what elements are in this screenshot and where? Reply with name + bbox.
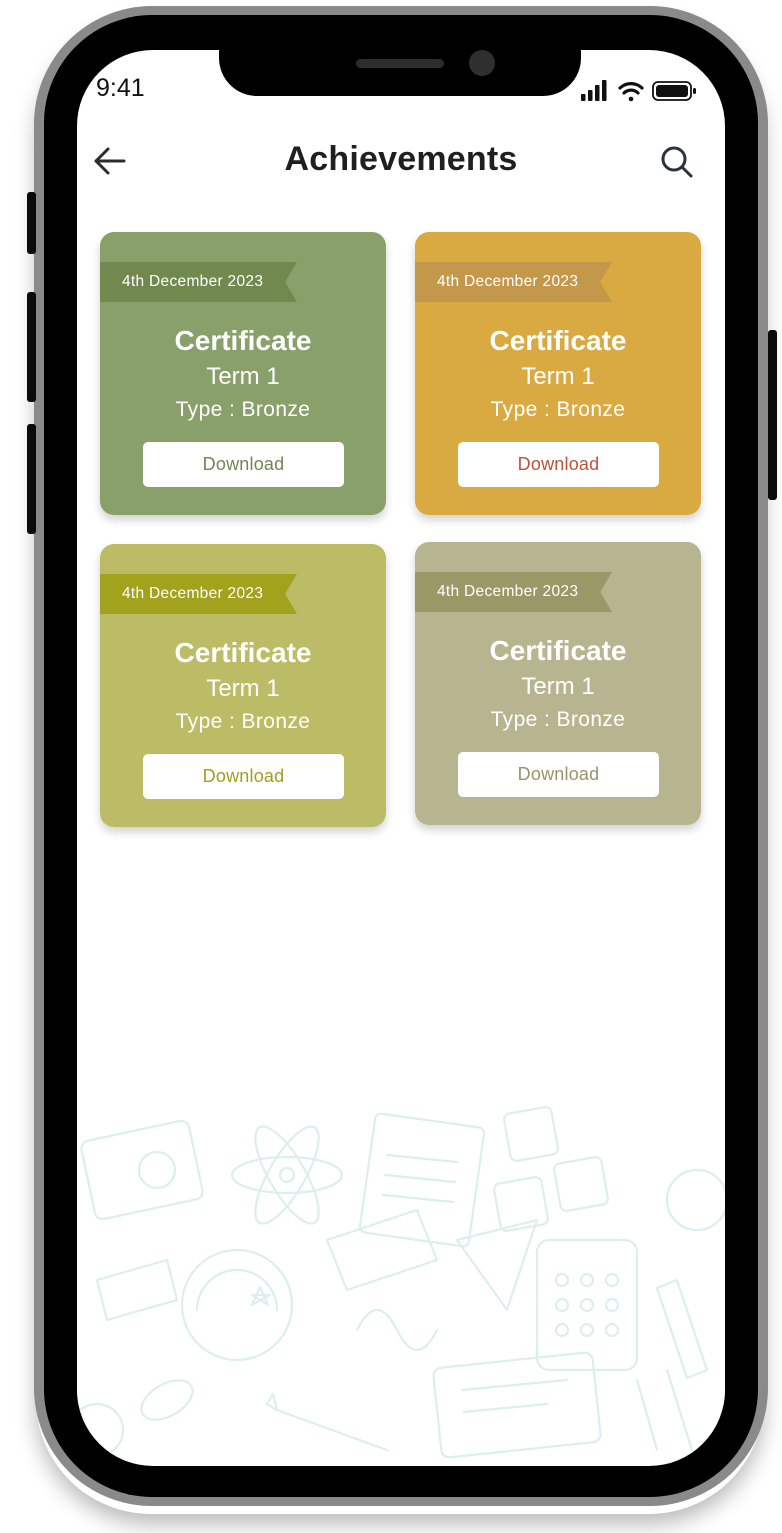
battery-icon — [652, 81, 696, 101]
wifi-icon — [618, 82, 644, 102]
certificate-type: Type : Bronze — [175, 398, 311, 421]
certificate-title: Certificate — [174, 637, 312, 668]
app-screen: 9:41 Achievements 4th December 2023 Cert… — [77, 50, 725, 1466]
certificate-term: Term 1 — [521, 673, 595, 700]
date-ribbon: 4th December 2023 — [100, 262, 297, 302]
status-time: 9:41 — [96, 74, 145, 102]
date-ribbon: 4th December 2023 — [415, 262, 612, 302]
certificate-title: Certificate — [489, 325, 627, 356]
silent-switch — [27, 192, 36, 254]
download-button[interactable]: Download — [143, 754, 344, 799]
certificate-type: Type : Bronze — [175, 710, 311, 733]
certificate-term: Term 1 — [521, 363, 595, 390]
certificate-card: 4th December 2023 Certificate Term 1 Typ… — [100, 544, 386, 827]
volume-up-button — [27, 292, 36, 402]
power-button — [768, 330, 777, 500]
front-camera — [469, 50, 495, 76]
certificate-card: 4th December 2023 Certificate Term 1 Typ… — [415, 232, 701, 515]
certificate-type: Type : Bronze — [490, 398, 626, 421]
earpiece-speaker — [356, 59, 444, 68]
certificate-card: 4th December 2023 Certificate Term 1 Typ… — [100, 232, 386, 515]
download-button[interactable]: Download — [458, 752, 659, 797]
certificate-type: Type : Bronze — [490, 708, 626, 731]
download-button[interactable]: Download — [458, 442, 659, 487]
date-ribbon: 4th December 2023 — [100, 574, 297, 614]
status-icons — [581, 80, 696, 102]
certificate-term: Term 1 — [206, 363, 280, 390]
date-ribbon: 4th December 2023 — [415, 572, 612, 612]
signal-bars-icon — [581, 80, 607, 101]
page-title: Achievements — [284, 140, 518, 178]
certificate-title: Certificate — [174, 325, 312, 356]
download-button[interactable]: Download — [143, 442, 344, 487]
search-icon — [661, 146, 693, 178]
background-doodles — [77, 1106, 725, 1459]
certificate-title: Certificate — [489, 635, 627, 666]
certificate-term: Term 1 — [206, 675, 280, 702]
certificate-card: 4th December 2023 Certificate Term 1 Typ… — [415, 542, 701, 825]
search-button[interactable] — [659, 144, 695, 180]
phone-notch — [219, 40, 581, 96]
volume-down-button — [27, 424, 36, 534]
